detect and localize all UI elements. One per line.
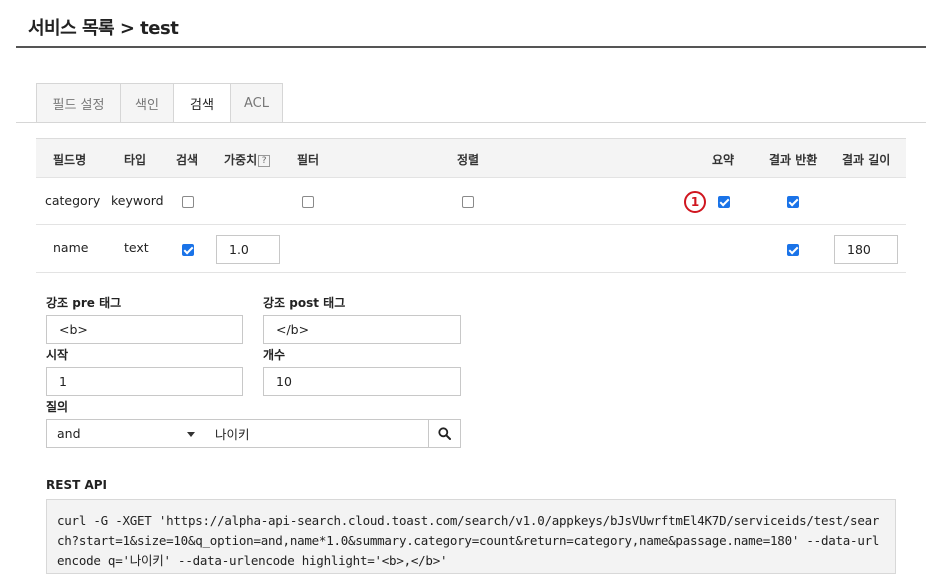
return-checkbox[interactable]	[787, 244, 799, 256]
tab-bar: 필드 설정 색인 검색 ACL	[36, 83, 283, 123]
grid-header: 필드명 타입 검색 가중치? 필터 정렬 요약 결과 반환 결과 길이	[36, 138, 906, 178]
header-length: 결과 길이	[842, 153, 891, 167]
rest-api-command[interactable]: curl -G -XGET 'https://alpha-api-search.…	[46, 499, 896, 574]
return-checkbox[interactable]	[787, 196, 799, 208]
tab-search[interactable]: 검색	[173, 83, 230, 123]
result-length-input[interactable]: 180	[834, 235, 898, 264]
size-label: 개수	[263, 348, 286, 362]
page-title: 서비스 목록 > test	[28, 18, 179, 39]
weight-input[interactable]: 1.0	[216, 235, 280, 264]
tabs-divider	[16, 122, 926, 123]
table-row: name text 1.0 180	[36, 225, 906, 273]
step-badge: 1	[684, 191, 706, 213]
header-search: 검색	[176, 153, 199, 167]
highlight-pre-input[interactable]: <b>	[46, 315, 243, 344]
header-weight-label: 가중치	[224, 153, 258, 167]
title-divider	[16, 46, 926, 48]
header-field-name: 필드명	[53, 153, 87, 167]
search-button[interactable]	[428, 419, 461, 448]
row-field-name: category	[45, 193, 101, 208]
start-input[interactable]: 1	[46, 367, 243, 396]
sort-checkbox[interactable]	[462, 196, 474, 208]
highlight-post-label: 강조 post 태그	[263, 296, 346, 310]
highlight-post-input[interactable]: </b>	[263, 315, 461, 344]
query-label: 질의	[46, 400, 69, 414]
chevron-down-icon	[187, 432, 195, 437]
query-input[interactable]: 나이키	[205, 419, 429, 448]
tab-index[interactable]: 색인	[120, 83, 173, 123]
summary-checkbox[interactable]	[718, 196, 730, 208]
header-type: 타입	[124, 153, 147, 167]
tab-acl[interactable]: ACL	[230, 83, 283, 123]
header-filter: 필터	[297, 153, 320, 167]
header-return: 결과 반환	[769, 153, 818, 167]
highlight-pre-label: 강조 pre 태그	[46, 296, 122, 310]
query-option-select[interactable]: and	[46, 419, 206, 448]
row-type: text	[124, 240, 149, 255]
row-type: keyword	[111, 193, 164, 208]
header-summary: 요약	[712, 153, 735, 167]
filter-checkbox[interactable]	[302, 196, 314, 208]
help-icon[interactable]: ?	[258, 155, 271, 167]
size-input[interactable]: 10	[263, 367, 461, 396]
start-label: 시작	[46, 348, 69, 362]
search-checkbox[interactable]	[182, 244, 194, 256]
header-sort: 정렬	[457, 153, 480, 167]
tab-field-settings[interactable]: 필드 설정	[36, 83, 120, 123]
header-weight: 가중치?	[224, 151, 271, 168]
search-checkbox[interactable]	[182, 196, 194, 208]
query-option-value: and	[57, 426, 81, 441]
rest-api-label: REST API	[46, 478, 107, 492]
row-field-name: name	[53, 240, 89, 255]
table-row: category keyword 1	[36, 178, 906, 225]
search-icon	[438, 427, 451, 440]
